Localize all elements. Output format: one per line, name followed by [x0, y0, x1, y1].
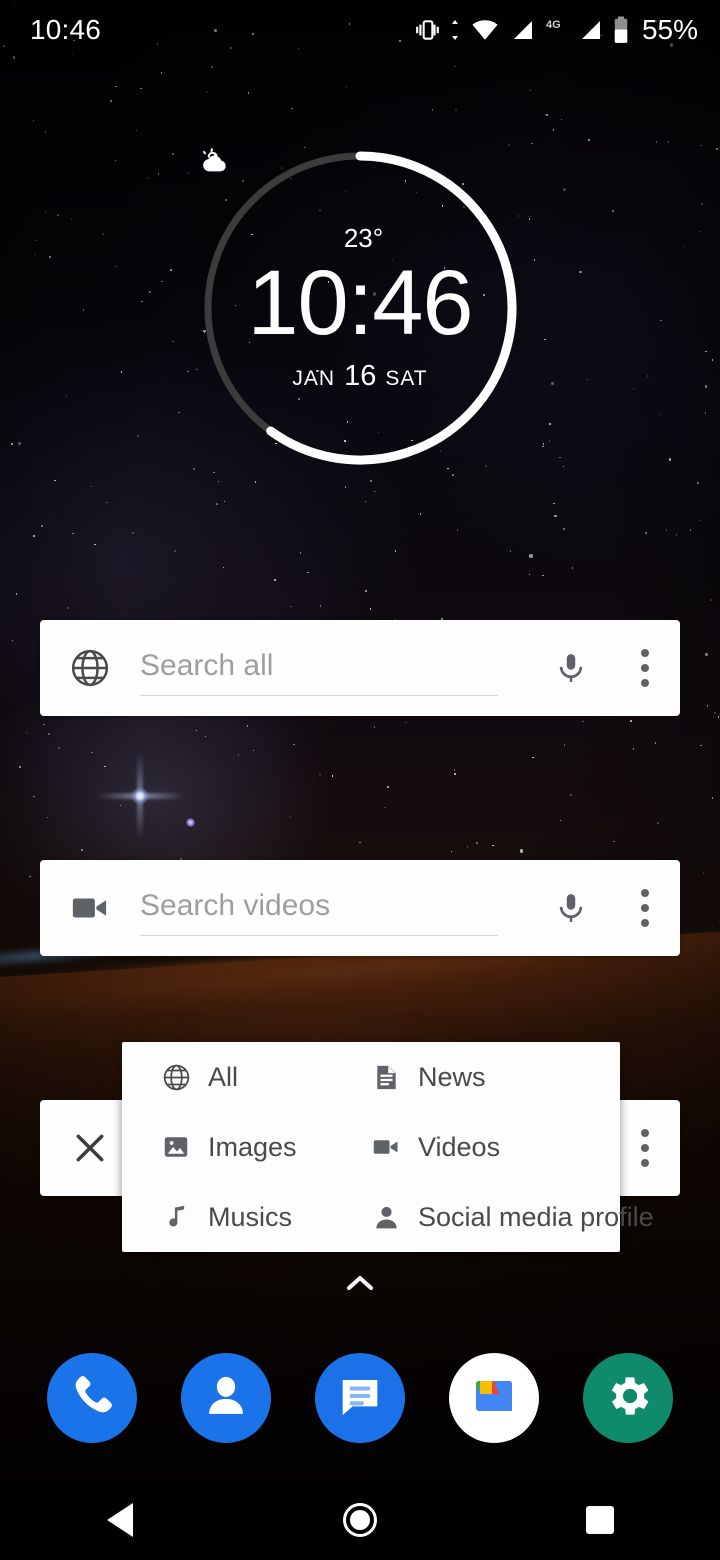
filter-menu-label: All [208, 1061, 239, 1092]
dock [0, 1352, 720, 1444]
signal-icon-2 [578, 18, 604, 42]
globe-icon[interactable] [40, 646, 140, 690]
filter-menu-item-images[interactable]: Images [160, 1112, 370, 1182]
search-widget-videos[interactable]: Search videos [40, 860, 680, 956]
dock-app-files[interactable] [449, 1353, 539, 1443]
network-type-label: 4G [545, 17, 569, 43]
dot [641, 904, 649, 912]
dot [641, 919, 649, 927]
clock-widget-content: 23° 10:46 JAN 16 SAT [200, 148, 520, 468]
search-videos-underline [140, 935, 498, 936]
microphone-icon[interactable] [532, 891, 610, 925]
nav-back-button[interactable] [0, 1503, 240, 1537]
dock-app-phone[interactable] [47, 1353, 137, 1443]
battery-icon [613, 16, 629, 44]
nav-home-button[interactable] [240, 1503, 480, 1537]
microphone-icon[interactable] [532, 651, 610, 685]
filter-menu-label: Images [208, 1131, 297, 1162]
android-home-screen: 10:46 4G 55% 23° 10:46 JAN 16 SAT Search… [0, 0, 720, 1560]
signal-icon [510, 18, 536, 42]
more-vert-icon-videos[interactable] [610, 889, 680, 927]
files-icon [466, 1368, 522, 1429]
wifi-icon [469, 17, 501, 43]
search-all-underline [140, 695, 498, 696]
recents-icon [586, 1506, 614, 1534]
clock-time: 10:46 [247, 252, 473, 355]
clock-date: JAN 16 SAT [292, 360, 427, 393]
article-icon [370, 1063, 402, 1092]
search-all-placeholder: Search all [140, 649, 274, 682]
home-icon [343, 1503, 377, 1537]
clock-weekday: SAT [385, 366, 428, 390]
video-camera-icon[interactable] [40, 887, 140, 929]
svg-text:4G: 4G [546, 19, 561, 31]
more-vert-icon-all[interactable] [610, 649, 680, 687]
filter-menu-item-social-media-profile[interactable]: Social media profile [370, 1182, 658, 1252]
dock-app-messages[interactable] [315, 1353, 405, 1443]
message-icon [334, 1370, 386, 1427]
dot [641, 679, 649, 687]
video-camera-icon [370, 1132, 402, 1162]
search-videos-placeholder: Search videos [140, 889, 331, 922]
dot [641, 889, 649, 897]
search-filter-menu[interactable]: All News Images Videos Musics Social med… [122, 1042, 654, 1252]
clock-day: 16 [344, 359, 377, 392]
dock-app-contacts[interactable] [181, 1353, 271, 1443]
music-note-icon [160, 1203, 192, 1232]
vibrate-icon [415, 17, 441, 43]
filter-menu-label: Musics [208, 1201, 293, 1232]
status-bar-icons: 4G 55% [415, 14, 698, 46]
filter-menu-label: Videos [418, 1131, 501, 1162]
image-icon [160, 1132, 192, 1162]
weather-temperature: 23° [343, 223, 384, 254]
filter-menu-item-musics[interactable]: Musics [160, 1182, 370, 1252]
globe-icon [160, 1062, 192, 1093]
nav-recents-button[interactable] [480, 1506, 720, 1534]
filter-menu-label: Social media profile [418, 1201, 654, 1232]
gear-icon [602, 1370, 654, 1427]
dot [641, 664, 649, 672]
clock-weather: 23° [203, 148, 384, 254]
clock-month: JAN [292, 366, 336, 390]
filter-menu-item-all[interactable]: All [160, 1042, 370, 1112]
battery-percent-label: 55% [641, 14, 698, 45]
person-icon [370, 1203, 402, 1232]
data-transfer-icon [450, 18, 460, 42]
dock-app-settings[interactable] [583, 1353, 673, 1443]
person-icon [201, 1371, 251, 1426]
filter-menu-label: News [418, 1061, 486, 1092]
chevron-up-icon[interactable] [343, 1272, 377, 1299]
status-bar-clock: 10:46 [30, 14, 102, 45]
search-input-videos[interactable]: Search videos [140, 860, 532, 956]
app-drawer-handle[interactable] [0, 1272, 720, 1299]
status-bar: 10:46 4G 55% [0, 0, 720, 60]
search-widget-all[interactable]: Search all [40, 620, 680, 716]
search-input-all[interactable]: Search all [140, 620, 532, 716]
clock-widget[interactable]: 23° 10:46 JAN 16 SAT [200, 148, 520, 468]
filter-menu-item-news[interactable]: News [370, 1042, 658, 1112]
phone-icon [66, 1370, 118, 1427]
filter-menu-item-videos[interactable]: Videos [370, 1112, 658, 1182]
navigation-bar [0, 1480, 720, 1560]
back-icon [107, 1503, 133, 1537]
dot [641, 649, 649, 657]
